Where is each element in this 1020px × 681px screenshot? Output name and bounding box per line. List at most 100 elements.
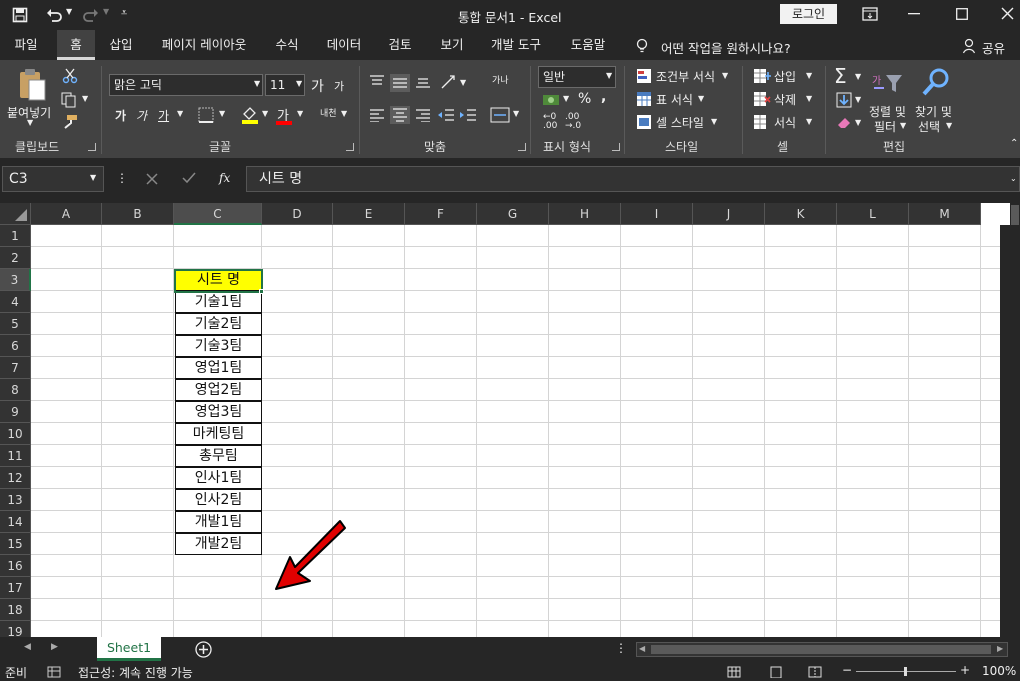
insert-cells-icon[interactable]	[753, 68, 771, 84]
conditional-formatting-icon[interactable]	[636, 68, 652, 84]
cell-styles-button[interactable]: 셀 스타일	[656, 114, 704, 131]
cell-styles-icon[interactable]	[636, 114, 652, 130]
merge-dropdown-icon[interactable]: ▼	[513, 109, 519, 118]
cell-c3-header[interactable]: 시트 명	[175, 269, 262, 291]
underline-button[interactable]: 가	[158, 107, 169, 124]
format-cells-dropdown-icon[interactable]: ▼	[806, 117, 812, 126]
tab-page-layout[interactable]: 페이지 레이아웃	[152, 30, 256, 60]
confirm-entry-icon[interactable]	[182, 172, 196, 184]
name-box-dropdown-icon[interactable]: ▼	[90, 173, 96, 182]
tab-data[interactable]: 데이터	[319, 30, 369, 60]
fill-color-dropdown-icon[interactable]: ▼	[262, 109, 268, 118]
share-button[interactable]: 공유	[982, 38, 1005, 57]
grow-font-button[interactable]: 가	[311, 76, 324, 96]
cell-c9[interactable]: 영업3팀	[175, 401, 262, 423]
clear-dropdown-icon[interactable]: ▼	[855, 118, 861, 127]
insert-function-icon[interactable]: fx	[219, 171, 230, 185]
shrink-font-button[interactable]: 가	[334, 78, 344, 94]
find-select-dropdown-icon[interactable]: ▼	[946, 121, 952, 130]
collapse-ribbon-icon[interactable]: ⌃	[1010, 138, 1018, 149]
macro-record-icon[interactable]	[47, 666, 61, 678]
zoom-out-icon[interactable]: −	[842, 663, 852, 677]
font-name-select[interactable]: 맑은 고딕	[109, 74, 263, 96]
delete-cells-button[interactable]: 삭제	[774, 91, 796, 108]
format-cells-icon[interactable]	[753, 114, 771, 130]
comma-style-icon[interactable]: ,	[601, 89, 606, 105]
tab-file[interactable]: 파일	[6, 30, 46, 60]
number-format-select[interactable]: 일반	[538, 66, 616, 88]
wrap-text-button[interactable]: 가나	[492, 76, 509, 86]
close-icon[interactable]	[1001, 7, 1014, 20]
page-layout-view-icon[interactable]	[769, 666, 783, 678]
format-cells-button[interactable]: 서식	[774, 114, 796, 131]
font-color-dropdown-icon[interactable]: ▼	[297, 109, 303, 118]
cut-icon[interactable]	[62, 68, 78, 84]
merge-center-icon[interactable]	[490, 107, 510, 123]
autosum-dropdown-icon[interactable]: ▼	[855, 72, 861, 81]
tab-view[interactable]: 보기	[432, 30, 472, 60]
orientation-icon[interactable]	[440, 74, 458, 90]
cell-c13[interactable]: 인사2팀	[175, 489, 262, 511]
cell-c6[interactable]: 기술3팀	[175, 335, 262, 357]
underline-dropdown-icon[interactable]: ▼	[177, 109, 183, 118]
cell-c7[interactable]: 영업1팀	[175, 357, 262, 379]
copy-icon[interactable]	[61, 92, 77, 108]
border-icon[interactable]	[198, 107, 214, 123]
sheet-tab-sheet1[interactable]: Sheet1	[97, 637, 161, 661]
normal-view-icon[interactable]	[727, 666, 741, 678]
accounting-dropdown-icon[interactable]: ▼	[563, 94, 569, 103]
page-break-view-icon[interactable]	[808, 666, 822, 678]
redo-icon[interactable]	[83, 7, 99, 23]
vertical-scrollbar[interactable]	[1010, 203, 1020, 637]
autosum-icon[interactable]: Σ	[834, 64, 847, 88]
ribbon-display-options-icon[interactable]	[862, 7, 878, 21]
phonetic-button[interactable]: 내천	[320, 106, 337, 119]
sort-filter-icon[interactable]: 가	[872, 70, 904, 98]
tab-split-handle[interactable]: ⋮	[615, 641, 627, 655]
align-right-icon[interactable]	[415, 108, 431, 122]
undo-icon[interactable]	[46, 7, 62, 23]
fill-handle[interactable]	[259, 289, 264, 294]
fill-icon[interactable]	[836, 92, 852, 108]
more-options-icon[interactable]: ⋮	[116, 171, 128, 185]
tab-formulas[interactable]: 수식	[266, 30, 308, 60]
customize-qat-icon[interactable]: ⩡	[121, 6, 127, 20]
align-top-icon[interactable]	[369, 75, 385, 89]
sort-filter-label-2[interactable]: 필터	[874, 118, 896, 135]
fill-dropdown-icon[interactable]: ▼	[855, 95, 861, 104]
cell-c11[interactable]: 총무팀	[175, 445, 262, 467]
name-box[interactable]: C3	[2, 166, 104, 192]
tab-developer[interactable]: 개발 도구	[483, 30, 549, 60]
align-left-icon[interactable]	[369, 108, 385, 122]
save-icon[interactable]	[12, 7, 28, 23]
orientation-dropdown-icon[interactable]: ▼	[460, 78, 466, 87]
cell-c15[interactable]: 개발2팀	[175, 533, 262, 555]
copy-dropdown-icon[interactable]: ▼	[82, 94, 88, 103]
clipboard-launcher-icon[interactable]	[88, 143, 96, 151]
maximize-icon[interactable]	[956, 8, 968, 20]
horizontal-scrollbar[interactable]: ◀ ▶	[636, 642, 1008, 657]
increase-indent-icon[interactable]	[459, 108, 477, 122]
bold-button[interactable]: 가	[115, 107, 126, 124]
tab-help[interactable]: 도움말	[562, 30, 614, 60]
number-launcher-icon[interactable]	[612, 143, 620, 151]
tab-home[interactable]: 홈	[57, 30, 95, 60]
insert-cells-dropdown-icon[interactable]: ▼	[806, 71, 812, 80]
redo-dropdown-icon[interactable]: ▼	[103, 7, 109, 16]
format-painter-icon[interactable]	[61, 114, 79, 130]
zoom-in-icon[interactable]: +	[960, 663, 970, 677]
tab-review[interactable]: 검토	[380, 30, 420, 60]
format-as-table-icon[interactable]	[636, 91, 652, 107]
sort-filter-dropdown-icon[interactable]: ▼	[900, 121, 906, 130]
zoom-level[interactable]: 100%	[982, 664, 1016, 678]
find-select-icon[interactable]	[921, 67, 951, 97]
delete-cells-dropdown-icon[interactable]: ▼	[806, 94, 812, 103]
decrease-indent-icon[interactable]	[437, 108, 455, 122]
paste-dropdown-icon[interactable]: ▼	[27, 118, 33, 127]
cancel-entry-icon[interactable]	[146, 173, 158, 185]
alignment-launcher-icon[interactable]	[518, 143, 526, 151]
tab-insert[interactable]: 삽입	[101, 30, 141, 60]
phonetic-dropdown-icon[interactable]: ▼	[341, 109, 347, 118]
decrease-decimal-icon[interactable]: .00 →.0	[565, 113, 581, 131]
format-as-table-button[interactable]: 표 서식	[656, 91, 693, 108]
